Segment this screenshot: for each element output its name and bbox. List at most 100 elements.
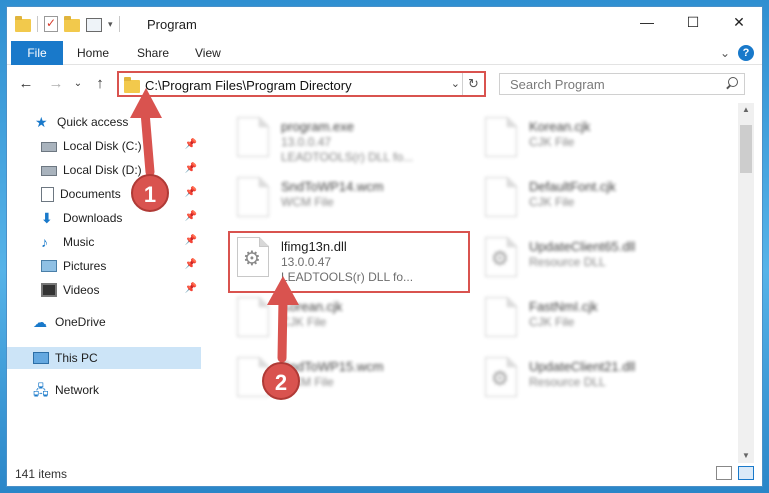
sidebar-item-music[interactable]: ♪ Music 📌 [7,231,201,253]
scroll-down-icon[interactable]: ▼ [738,449,754,463]
document-icon [41,186,54,202]
explorer-window: ▾ Program — ☐ ✕ File Home Share View ⌄ ?… [6,6,763,487]
search-input[interactable]: Search Program [499,73,745,95]
pin-icon[interactable]: 📌 [185,187,197,198]
minimize-button[interactable]: — [624,7,670,37]
file-item[interactable]: ⚙ UpdateClient65.dll Resource DLL [481,231,716,289]
help-icon[interactable]: ? [738,45,754,61]
search-placeholder: Search Program [510,77,605,92]
computer-icon [33,352,49,364]
sidebar-item-network[interactable]: 🖧 Network [7,379,201,401]
pin-icon[interactable]: 📌 [185,259,197,270]
item-count: 141 items [15,467,68,481]
file-icon [485,297,517,337]
file-type: CJK File [529,315,575,329]
sidebar-item-label: Local Disk (C:) [63,139,142,153]
step-marker-2: 2 [262,362,300,400]
download-icon: ⬇ [41,210,53,226]
sidebar-item-local-disk-d[interactable]: Local Disk (D:) 📌 [7,159,201,181]
refresh-button[interactable]: ↻ [462,73,484,95]
file-type: CJK File [529,195,575,209]
pin-icon[interactable]: 📌 [185,283,197,294]
pin-icon[interactable]: 📌 [185,235,197,246]
file-type: Resource DLL [529,375,606,389]
file-type: CJK File [529,135,575,149]
video-icon [41,283,57,297]
sidebar-item-label: OneDrive [55,315,106,329]
view-toggle [716,466,754,480]
sidebar-item-pictures[interactable]: Pictures 📌 [7,255,201,277]
tiles-view-icon[interactable] [738,466,754,480]
pin-icon[interactable]: 📌 [185,211,197,222]
back-button[interactable]: ← [17,75,35,93]
highlight-frame [228,231,470,293]
maximize-button[interactable]: ☐ [670,7,716,37]
sidebar-item-downloads[interactable]: ⬇ Downloads 📌 [7,207,201,229]
view-options-icon[interactable] [86,17,102,32]
sidebar-item-documents[interactable]: Documents 📌 [7,183,201,205]
file-description: LEADTOOLS(r) DLL fo... [281,150,414,164]
tab-file[interactable]: File [11,41,63,65]
details-view-icon[interactable] [716,466,732,480]
file-item[interactable]: SndToWP14.wcm WCM File [233,171,468,229]
ribbon-tabs: File Home Share View ⌄ ? [7,41,762,65]
quick-access-toolbar: ▾ [15,15,120,32]
disk-icon [41,166,57,176]
file-item[interactable]: program.exe 13.0.0.47 LEADTOOLS(r) DLL f… [233,111,468,169]
file-type: WCM File [281,195,334,209]
file-item[interactable]: FastNmI.cjk CJK File [481,291,716,349]
folder-icon[interactable] [15,15,31,32]
disk-icon [41,142,57,152]
sidebar-item-label: Quick access [57,115,129,129]
sidebar-item-label: Local Disk (D:) [63,163,142,177]
new-folder-icon[interactable] [64,15,80,32]
search-icon[interactable] [726,77,738,89]
file-type: Resource DLL [529,255,606,269]
scroll-thumb[interactable] [740,125,752,173]
ribbon-right: ⌄ ? [720,45,754,61]
file-item[interactable]: DefaultFont.cjk CJK File [481,171,716,229]
toolbar-divider [37,16,38,32]
close-button[interactable]: ✕ [716,7,762,37]
sidebar-item-label: This PC [55,351,98,365]
file-item[interactable]: ⚙ UpdateClient21.dll Resource DLL [481,351,716,409]
sidebar-item-videos[interactable]: Videos 📌 [7,279,201,301]
tab-view[interactable]: View [195,41,221,65]
address-folder-icon [124,77,140,93]
network-icon: 🖧 [33,382,49,398]
properties-check-icon[interactable] [44,16,58,32]
cloud-icon: ☁ [33,314,47,330]
navigation-pane: ★ Quick access Local Disk (C:) 📌 Local D… [7,103,203,463]
picture-icon [41,260,57,272]
file-name: SndToWP14.wcm [281,179,384,194]
sidebar-item-label: Videos [63,283,100,297]
file-item[interactable]: Korean.cjk CJK File [233,291,468,349]
vertical-scrollbar[interactable]: ▲ ▼ [738,103,754,463]
sidebar-item-label: Music [63,235,95,249]
file-item[interactable]: Korean.cjk CJK File [481,111,716,169]
music-icon: ♪ [41,234,48,250]
file-type: CJK File [281,315,327,329]
tab-share[interactable]: Share [137,41,169,65]
expand-ribbon-button[interactable]: ⌄ [720,46,730,60]
sidebar-item-quick-access[interactable]: ★ Quick access [7,111,201,133]
sidebar-item-onedrive[interactable]: ☁ OneDrive [7,311,201,333]
sidebar-item-this-pc[interactable]: This PC [7,347,201,369]
recent-locations-button[interactable]: ⌄ [69,75,87,93]
forward-button[interactable]: → [47,75,65,93]
exe-file-icon [237,117,269,157]
address-dropdown-button[interactable]: ⌄ [451,77,460,90]
file-name: program.exe [281,119,354,134]
status-bar: 141 items [7,462,762,486]
window-title: Program [147,17,197,32]
tab-home[interactable]: Home [77,41,109,65]
pin-icon[interactable]: 📌 [185,139,197,150]
address-bar[interactable]: C:\Program Files\Program Directory ⌄ ↻ [117,71,486,97]
toolbar-divider [118,16,120,32]
pin-icon[interactable]: 📌 [185,163,197,174]
scroll-up-icon[interactable]: ▲ [738,103,754,117]
up-button[interactable]: ↑ [91,75,109,93]
sidebar-item-local-disk-c[interactable]: Local Disk (C:) 📌 [7,135,201,157]
address-path[interactable]: C:\Program Files\Program Directory [145,78,352,93]
customize-toolbar-icon[interactable]: ▾ [108,19,113,30]
